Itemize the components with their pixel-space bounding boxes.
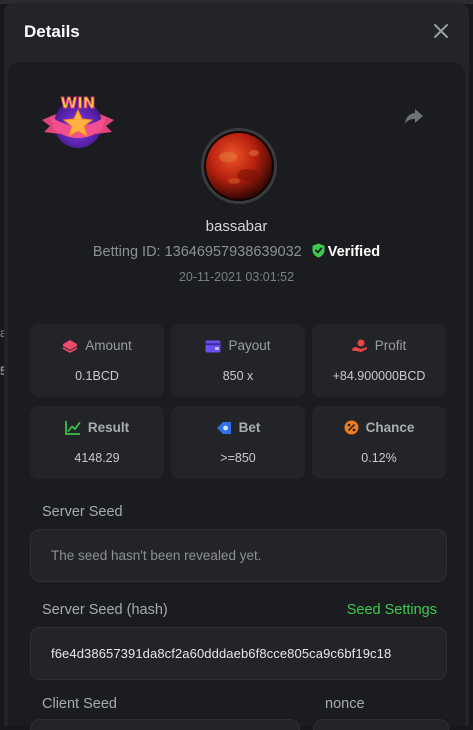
wallet-icon xyxy=(205,340,221,353)
dialog-title: Details xyxy=(24,22,80,41)
share-button[interactable] xyxy=(402,104,426,128)
avatar xyxy=(201,128,277,204)
avatar-image xyxy=(204,131,274,201)
hand-coin-icon xyxy=(352,339,367,352)
win-badge: WIN xyxy=(40,90,116,150)
close-icon xyxy=(434,24,448,38)
details-dialog: Details WIN bassabar Betting ID: 1364695… xyxy=(4,3,469,730)
stat-label: Chance xyxy=(365,420,415,435)
bet-details-panel: WIN bassabar Betting ID: 136469579386390… xyxy=(8,62,465,730)
stat-value: 0.1BCD xyxy=(75,369,119,383)
stat-payout: Payout 850 x xyxy=(171,324,305,397)
stat-result: Result 4148.29 xyxy=(30,406,164,479)
stat-bet: Bet >=850 xyxy=(171,406,305,479)
betting-id: 13646957938639032 xyxy=(164,244,302,260)
stat-label: Bet xyxy=(238,420,261,435)
betting-id-row: Betting ID: 13646957938639032 Verified xyxy=(8,243,465,260)
server-hash-value: f6e4d38657391da8cf2a60dddaeb6f8cce805ca9… xyxy=(51,646,392,661)
server-hash-field[interactable]: f6e4d38657391da8cf2a60dddaeb6f8cce805ca9… xyxy=(30,627,447,680)
client-seed-field[interactable] xyxy=(30,719,300,730)
betting-id-label: Betting ID: xyxy=(92,244,161,260)
stat-value: 850 x xyxy=(222,369,254,383)
server-seed-field: The seed hasn't been revealed yet. xyxy=(30,529,447,582)
stat-label: Profit xyxy=(374,338,407,353)
client-seed-label: Client Seed xyxy=(42,696,117,712)
stat-value: 0.12% xyxy=(361,451,397,465)
chart-check-icon xyxy=(64,421,81,435)
verified-label: Verified xyxy=(327,244,381,260)
coins-icon xyxy=(62,340,78,353)
win-badge-icon: WIN xyxy=(42,94,114,148)
win-badge-text: WIN xyxy=(61,94,96,112)
server-seed-value: The seed hasn't been revealed yet. xyxy=(51,548,262,563)
dialog-header: Details xyxy=(4,3,469,59)
username: bassabar xyxy=(205,218,268,235)
server-seed-label: Server Seed xyxy=(42,504,123,520)
stat-chance: Chance 0.12% xyxy=(312,406,446,479)
stat-profit: Profit +84.900000BCD xyxy=(312,324,446,397)
target-icon xyxy=(216,422,231,434)
verified-shield-icon xyxy=(312,243,325,258)
stat-label: Result xyxy=(87,420,130,435)
stat-value: +84.900000BCD xyxy=(332,369,426,383)
nonce-field[interactable] xyxy=(313,719,449,730)
server-hash-label: Server Seed (hash) xyxy=(42,602,168,618)
nonce-label: nonce xyxy=(325,696,365,712)
stat-label: Payout xyxy=(228,338,271,353)
stat-amount: Amount 0.1BCD xyxy=(30,324,164,397)
stat-value: 4148.29 xyxy=(74,451,120,465)
bet-timestamp: 20-11-2021 03:01:52 xyxy=(178,270,295,284)
percent-icon xyxy=(344,420,359,435)
close-button[interactable] xyxy=(429,19,453,43)
seed-settings-link[interactable]: Seed Settings xyxy=(347,602,437,618)
share-icon xyxy=(405,109,423,124)
stat-label: Amount xyxy=(85,338,132,353)
stat-value: >=850 xyxy=(220,451,256,465)
